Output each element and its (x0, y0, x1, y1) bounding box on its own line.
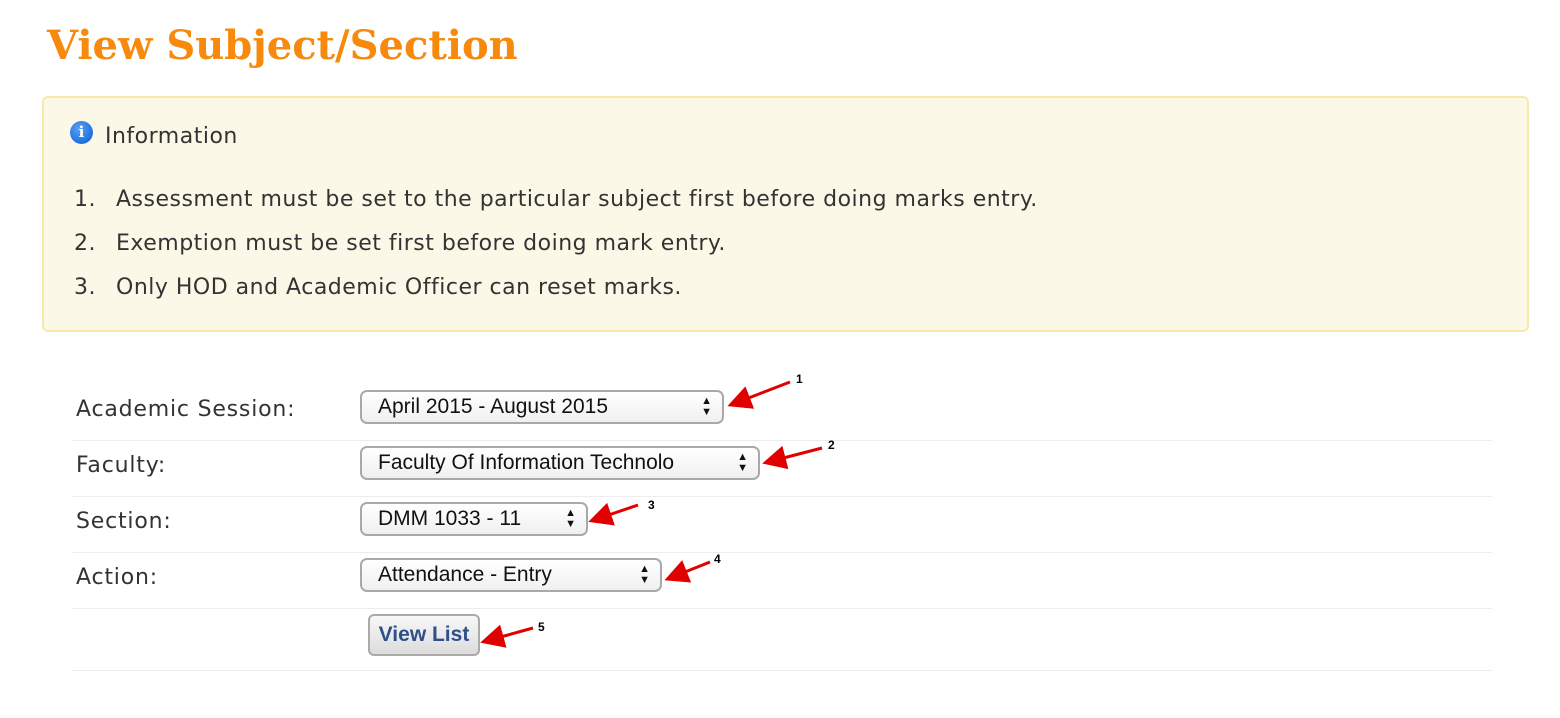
information-header: i Information (70, 121, 238, 149)
form-row-section: Section: DMM 1033 - 11 ▲ ▼ (72, 496, 1492, 553)
information-item: 3. Only HOD and Academic Officer can rese… (74, 275, 682, 300)
academic-session-label: Academic Session: (76, 397, 296, 422)
form-row-faculty: Faculty: Faculty Of Information Technolo… (72, 440, 1492, 497)
faculty-select[interactable]: Faculty Of Information Technolo ▲ ▼ (360, 446, 760, 480)
information-item: 2. Exemption must be set first before doi… (74, 231, 726, 256)
information-item: 1. Assessment must be set to the particul… (74, 187, 1038, 212)
select-arrows-icon: ▲ ▼ (639, 563, 650, 586)
information-list: 1. Assessment must be set to the particul… (74, 180, 1038, 312)
form-row-academic-session: Academic Session: April 2015 - August 20… (72, 380, 1492, 441)
form-row-submit (72, 608, 1492, 671)
form-row-action: Action: Attendance - Entry ▲ ▼ (72, 552, 1492, 609)
select-arrows-icon: ▲ ▼ (737, 451, 748, 474)
faculty-label: Faculty: (76, 453, 167, 478)
information-title: Information (105, 124, 238, 149)
academic-session-select[interactable]: April 2015 - August 2015 ▲ ▼ (360, 390, 724, 424)
view-list-button[interactable]: View List (368, 614, 480, 656)
section-label: Section: (76, 509, 172, 534)
info-icon: i (70, 121, 93, 144)
section-select[interactable]: DMM 1033 - 11 ▲ ▼ (360, 502, 588, 536)
action-select[interactable]: Attendance - Entry ▲ ▼ (360, 558, 662, 592)
page-title: View Subject/Section (47, 22, 518, 69)
information-panel: i Information 1. Assessment must be set t… (42, 96, 1529, 332)
select-arrows-icon: ▲ ▼ (565, 507, 576, 530)
action-label: Action: (76, 565, 158, 590)
select-arrows-icon: ▲ ▼ (701, 395, 712, 418)
